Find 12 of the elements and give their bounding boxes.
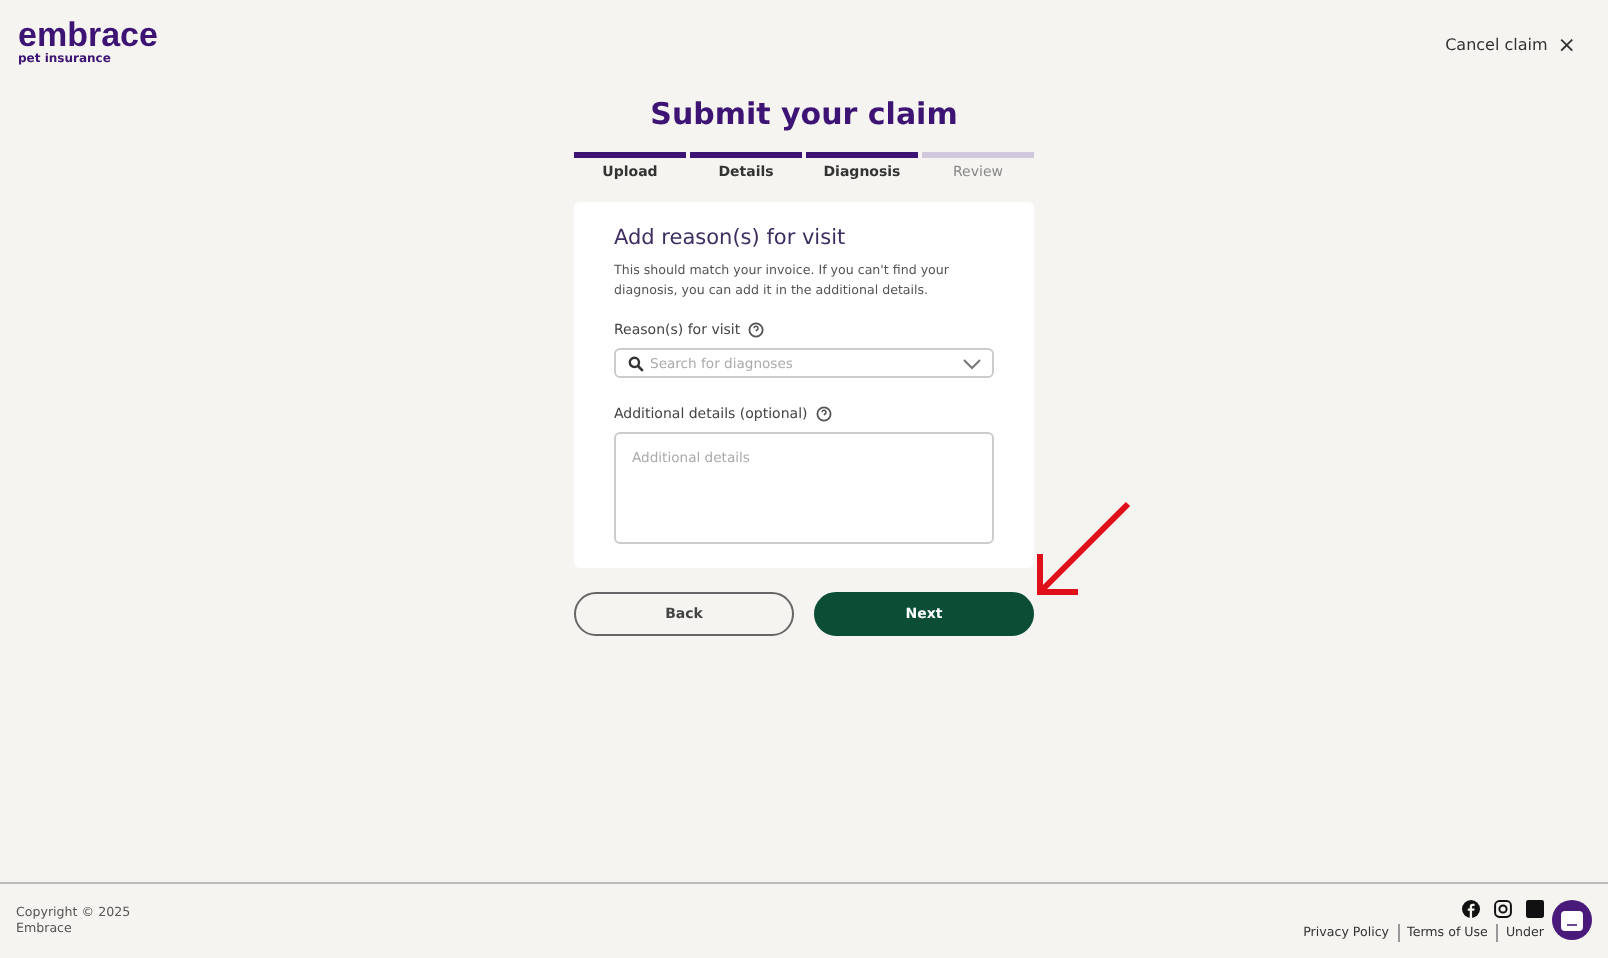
chevron-down-icon bbox=[962, 358, 982, 370]
page-title: Submit your claim bbox=[650, 96, 958, 132]
instagram-icon[interactable] bbox=[1494, 900, 1512, 918]
help-icon[interactable] bbox=[748, 322, 765, 338]
facebook-icon[interactable] bbox=[1462, 900, 1480, 918]
arrow-annotation bbox=[1034, 500, 1134, 600]
help-icon[interactable] bbox=[815, 406, 832, 422]
logo[interactable]: embrace bbox=[18, 20, 158, 52]
chat-icon bbox=[1560, 909, 1584, 931]
card-heading: Add reason(s) for visit bbox=[614, 226, 848, 250]
cancel-claim-button[interactable]: Cancel claim × bbox=[1445, 32, 1576, 58]
chat-button[interactable] bbox=[1552, 900, 1592, 940]
